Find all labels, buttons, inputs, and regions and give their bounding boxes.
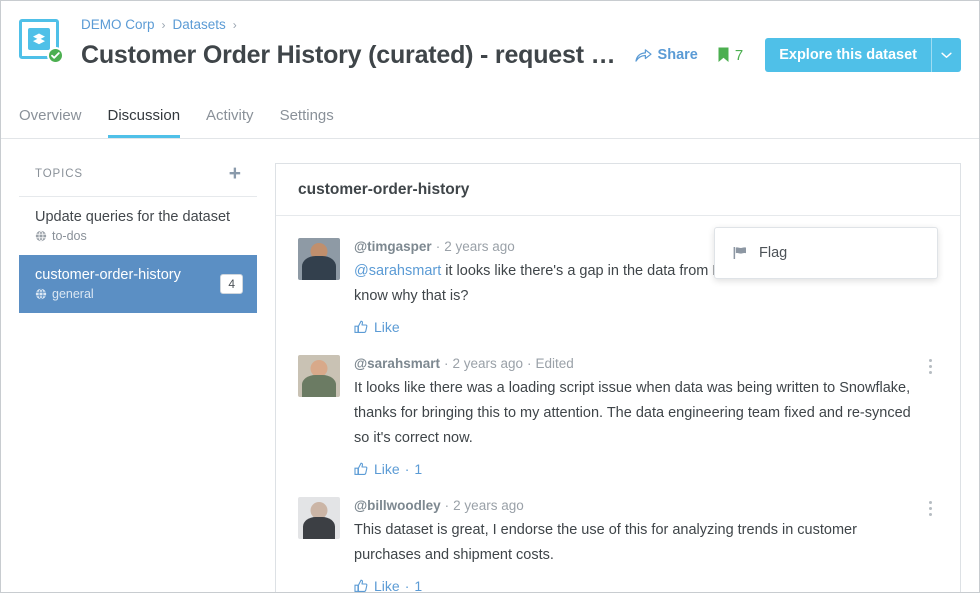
comment-item: @sarahsmart · 2 years ago · Edited It looks …	[298, 343, 938, 485]
topics-section-label: TOPICS	[35, 167, 84, 180]
like-label: Like	[374, 578, 400, 593]
share-label: Share	[657, 47, 698, 63]
avatar	[298, 497, 340, 539]
thumbs-up-icon	[354, 462, 368, 476]
thumbs-up-icon	[354, 579, 368, 592]
explore-dataset-label: Explore this dataset	[779, 47, 917, 63]
topic-channel-label: to-dos	[52, 229, 87, 243]
chevron-down-icon[interactable]	[931, 38, 961, 72]
topic-title: Update queries for the dataset	[35, 209, 231, 225]
share-button[interactable]: Share	[634, 47, 698, 63]
comment-text: It looks like there was a loading script…	[354, 380, 911, 446]
like-label: Like	[374, 319, 400, 335]
layers-icon	[28, 28, 50, 50]
topics-sidebar: TOPICS + Update queries for the dataset …	[19, 163, 257, 592]
tab-overview[interactable]: Overview	[19, 107, 82, 138]
avatar-body	[302, 256, 336, 280]
globe-icon	[35, 288, 47, 300]
sidebar-item-update-queries[interactable]: Update queries for the dataset to-dos	[19, 197, 257, 255]
avatar	[298, 355, 340, 397]
page-body: TOPICS + Update queries for the dataset …	[1, 139, 979, 593]
breadcrumb: DEMO Corp › Datasets ›	[81, 15, 961, 35]
flag-icon	[733, 246, 748, 260]
like-button[interactable]: Like	[354, 319, 912, 335]
avatar-body	[302, 375, 336, 397]
comment-context-menu[interactable]: Flag	[714, 227, 938, 279]
verified-badge-icon	[47, 47, 64, 64]
topic-channel-label: general	[52, 287, 94, 301]
comment-time: 2 years ago	[453, 498, 524, 513]
breadcrumb-item-demo-corp[interactable]: DEMO Corp	[81, 17, 155, 32]
topics-header: TOPICS +	[19, 163, 257, 197]
like-label: Like	[374, 461, 400, 477]
sidebar-item-customer-order-history[interactable]: customer-order-history general 4	[19, 255, 257, 313]
globe-icon	[35, 230, 47, 242]
topic-channel: to-dos	[35, 229, 241, 243]
comment-meta: @sarahsmart · 2 years ago · Edited	[354, 356, 574, 371]
like-button[interactable]: Like · 1	[354, 578, 912, 593]
comment-author[interactable]: @billwoodley	[354, 498, 441, 513]
menu-item-label: Flag	[759, 245, 788, 261]
bookmark-button[interactable]: 7	[718, 47, 743, 64]
topic-unread-badge: 4	[220, 274, 243, 294]
like-button[interactable]: Like · 1	[354, 461, 912, 477]
page-header: DEMO Corp › Datasets › Customer Order Histo…	[1, 1, 979, 97]
bookmark-icon	[718, 47, 729, 63]
thumbs-up-icon	[354, 320, 368, 334]
add-topic-button[interactable]: +	[229, 163, 241, 184]
tab-settings[interactable]: Settings	[280, 107, 334, 138]
comment-time: 2 years ago	[444, 239, 515, 254]
share-icon	[634, 48, 652, 63]
like-count: 1	[414, 578, 423, 593]
tab-discussion[interactable]: Discussion	[107, 107, 181, 138]
comment-author[interactable]: @sarahsmart	[354, 356, 440, 371]
breadcrumb-separator: ›	[161, 18, 166, 32]
dataset-logo	[19, 19, 64, 64]
tab-bar: Overview Discussion Activity Settings	[1, 97, 979, 139]
breadcrumb-item-datasets[interactable]: Datasets	[173, 17, 226, 32]
comment-menu-button[interactable]	[922, 357, 938, 375]
comment-menu-button[interactable]	[922, 499, 938, 517]
bookmark-count: 7	[734, 46, 744, 64]
like-count: 1	[414, 461, 423, 477]
menu-item-flag[interactable]: Flag	[715, 238, 937, 268]
discussion-title: customer-order-history	[276, 164, 960, 216]
app-window: DEMO Corp › Datasets › Customer Order Histo…	[0, 0, 980, 593]
page-title: Customer Order History (curated) - reque…	[81, 40, 621, 69]
avatar-body	[303, 517, 335, 539]
comment-author[interactable]: @timgasper	[354, 239, 432, 254]
topic-channel: general	[35, 287, 241, 301]
comment-text: This dataset is great, I endorse the use…	[354, 522, 857, 563]
comment-mention[interactable]: @sarahsmart	[354, 263, 441, 279]
topic-title: customer-order-history	[35, 267, 181, 283]
explore-dataset-button[interactable]: Explore this dataset	[765, 38, 961, 72]
discussion-panel: customer-order-history @timgasper · 2 year…	[275, 163, 961, 593]
comment-edited-flag: Edited	[535, 356, 574, 371]
comment-time: 2 years ago	[452, 356, 524, 371]
comment-item: @billwoodley · 2 years ago This dataset is…	[298, 485, 938, 593]
header-actions: Share 7 Explore this dataset	[634, 38, 961, 72]
tab-activity[interactable]: Activity	[206, 107, 254, 138]
avatar	[298, 238, 340, 280]
comment-meta: @billwoodley · 2 years ago	[354, 498, 524, 513]
breadcrumb-separator-2: ›	[232, 18, 237, 32]
